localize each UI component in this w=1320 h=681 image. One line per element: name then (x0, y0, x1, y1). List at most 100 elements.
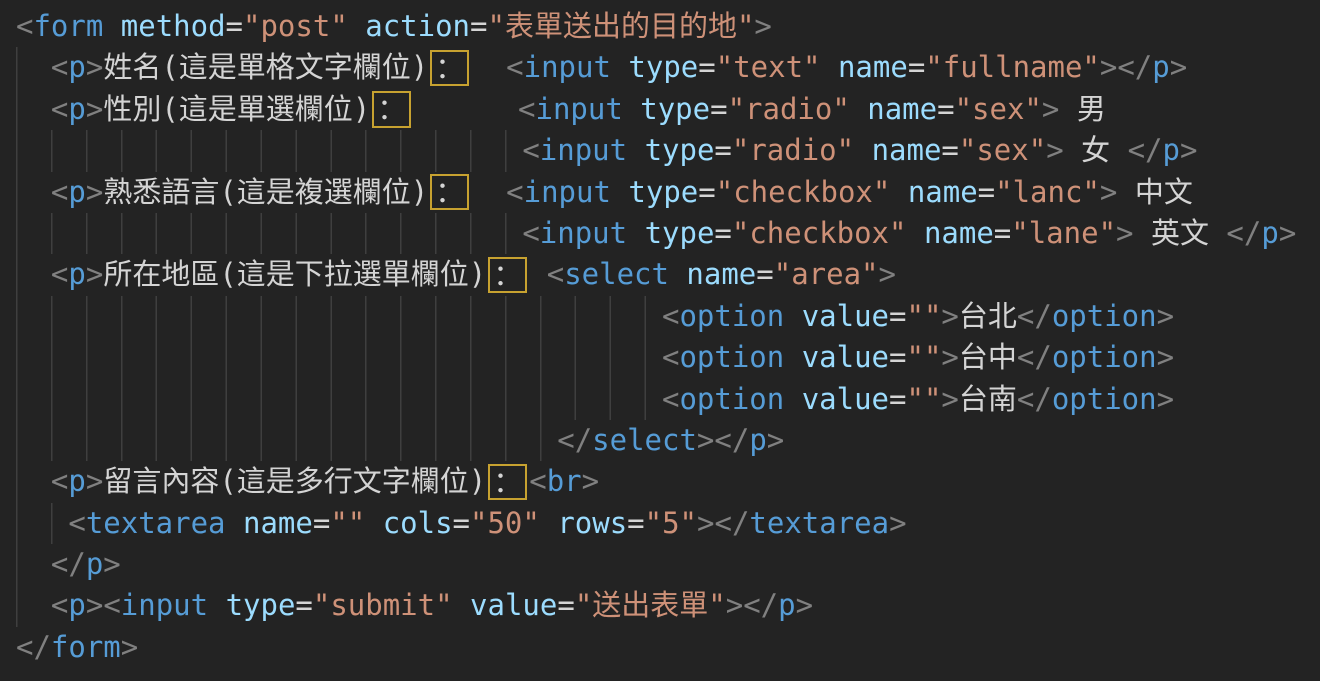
code-token: > (1116, 213, 1133, 254)
code-token: ></ (726, 585, 778, 626)
code-token: < (16, 6, 33, 47)
indent-guides (16, 172, 51, 213)
code-token: "sex" (959, 130, 1046, 171)
code-token (529, 254, 546, 295)
code-token: > (86, 47, 103, 88)
code-token (226, 503, 243, 544)
code-token: > (86, 461, 103, 502)
code-token (890, 172, 907, 213)
code-line[interactable]: <p>所在地區(這是下拉選單欄位)： <select name="area"> (16, 254, 1320, 295)
code-line[interactable]: <input type="checkbox" name="lane"> 英文 <… (16, 213, 1320, 254)
code-token: < (522, 213, 539, 254)
code-token: </ (1017, 337, 1052, 378)
code-token: type (645, 130, 715, 171)
code-token: textarea (86, 503, 226, 544)
code-token: = (470, 6, 487, 47)
code-token: "表單送出的目的地" (487, 6, 754, 47)
code-token: input (535, 89, 622, 130)
code-token (854, 130, 871, 171)
code-token: > (767, 420, 784, 461)
code-line[interactable]: <option value="">台中</option> (16, 337, 1320, 378)
code-token (784, 379, 801, 420)
code-token: option (679, 337, 784, 378)
code-token: ></ (697, 420, 749, 461)
indent-guides (16, 503, 68, 544)
code-token: type (640, 89, 710, 130)
code-token: = (698, 47, 715, 88)
code-token: < (662, 337, 679, 378)
code-line[interactable]: <p><input type="submit" value="送出表單"></p… (16, 585, 1320, 626)
code-token: p (1163, 130, 1180, 171)
code-line[interactable]: <option value="">台北</option> (16, 296, 1320, 337)
code-token: "text" (716, 47, 821, 88)
code-token: < (662, 296, 679, 337)
code-line[interactable]: <input type="radio" name="sex"> 女 </p> (16, 130, 1320, 171)
code-token: = (295, 585, 312, 626)
code-token: p (68, 47, 85, 88)
code-token: = (226, 6, 243, 47)
code-line[interactable]: <option value="">台南</option> (16, 379, 1320, 420)
code-token (821, 47, 838, 88)
code-token: ></ (697, 503, 749, 544)
code-token: name (872, 130, 942, 171)
code-token: < (51, 585, 68, 626)
code-line[interactable]: </form> (16, 627, 1320, 668)
code-token: p (86, 544, 103, 585)
code-line[interactable]: <form method="post" action="表單送出的目的地"> (16, 6, 1320, 47)
code-token: name (924, 213, 994, 254)
code-line[interactable]: <textarea name="" cols="50" rows="5"></t… (16, 503, 1320, 544)
code-token: = (908, 47, 925, 88)
code-token: 所在地區(這是下拉選單欄位) (103, 254, 486, 295)
code-token: "submit" (313, 585, 453, 626)
code-token: > (86, 172, 103, 213)
code-token: < (522, 130, 539, 171)
code-token: < (51, 89, 68, 130)
code-token: = (994, 213, 1011, 254)
code-token: 台北 (959, 296, 1017, 337)
code-token: > (103, 544, 120, 585)
code-area[interactable]: <form method="post" action="表單送出的目的地"><p… (0, 0, 1320, 668)
code-token: </ (557, 420, 592, 461)
code-token: = (889, 296, 906, 337)
code-token: p (68, 172, 85, 213)
code-token: "radio" (732, 130, 854, 171)
code-line[interactable]: <p>熟悉語言(這是複選欄位)： <input type="checkbox" … (16, 172, 1320, 213)
code-editor[interactable]: <form method="post" action="表單送出的目的地"><p… (0, 0, 1320, 681)
code-line[interactable]: </select></p> (16, 420, 1320, 461)
code-token: = (557, 585, 574, 626)
code-line[interactable]: </p> (16, 544, 1320, 585)
code-token (611, 47, 628, 88)
code-token: option (1052, 337, 1157, 378)
code-token: < (51, 461, 68, 502)
code-line[interactable]: <p>留言內容(這是多行文字欄位)：<br> (16, 461, 1320, 502)
code-token: "radio" (728, 89, 850, 130)
code-token: type (628, 47, 698, 88)
code-token: name (908, 172, 978, 213)
code-line[interactable]: <p>姓名(這是單格文字欄位)： <input type="text" name… (16, 47, 1320, 88)
code-token: 姓名(這是單格文字欄位) (103, 47, 428, 88)
code-token: > (1157, 296, 1174, 337)
code-token: 中文 (1117, 172, 1192, 213)
code-token: input (121, 585, 208, 626)
code-token: < (51, 254, 68, 295)
code-token: value (802, 379, 889, 420)
unicode-highlight-box: ： (488, 257, 527, 293)
code-token: select (592, 420, 697, 461)
code-token: > (1100, 172, 1117, 213)
unicode-highlight-box: ： (430, 50, 469, 86)
code-token: > (941, 379, 958, 420)
code-token: </ (1017, 379, 1052, 420)
code-token: action (365, 6, 470, 47)
code-token: value (802, 337, 889, 378)
code-token: = (698, 172, 715, 213)
code-token (471, 172, 506, 213)
code-token: name (867, 89, 937, 130)
indent-guides (16, 585, 51, 626)
code-line[interactable]: <p>性別(這是單選欄位)： <input type="radio" name=… (16, 89, 1320, 130)
code-token: 留言內容(這是多行文字欄位) (103, 461, 486, 502)
code-token: > (796, 585, 813, 626)
indent-guides (16, 420, 557, 461)
code-token: br (547, 461, 582, 502)
code-token: p (68, 585, 85, 626)
code-token: < (506, 47, 523, 88)
